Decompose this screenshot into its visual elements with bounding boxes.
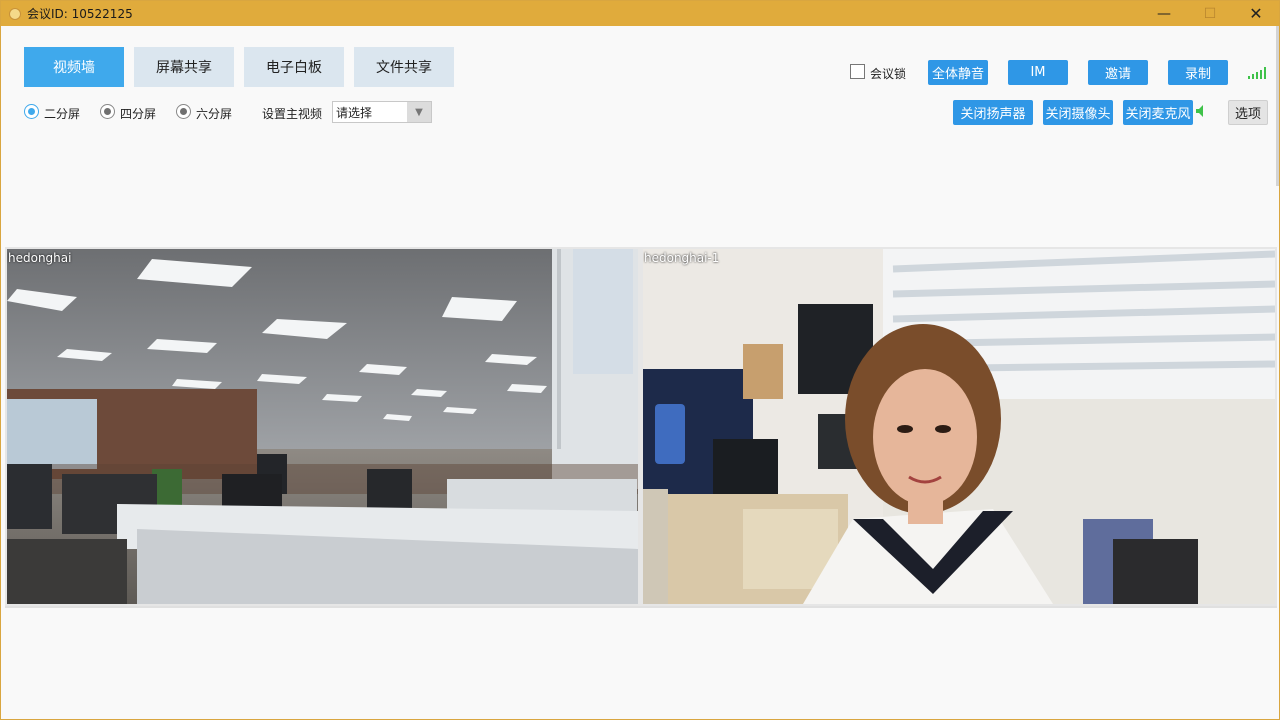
radio-four-split[interactable]	[100, 104, 115, 119]
participant-name: hedonghai-1	[644, 251, 720, 265]
video-tile-hedonghai[interactable]: hedonghai	[7, 249, 638, 604]
close-camera-button[interactable]: 关闭摄像头	[1043, 100, 1113, 125]
tab-screen-share[interactable]: 屏幕共享	[134, 47, 234, 87]
record-button[interactable]: 录制	[1168, 60, 1228, 85]
main-video-select[interactable]: 请选择 ▼	[332, 101, 432, 123]
tab-file-share[interactable]: 文件共享	[354, 47, 454, 87]
app-logo-icon	[9, 7, 21, 20]
video-tile-hedonghai-1[interactable]: hedonghai-1	[643, 249, 1275, 604]
four-split-label: 四分屏	[120, 107, 157, 121]
meeting-lock-label: 会议锁	[870, 67, 907, 81]
close-mic-button[interactable]: 关闭麦克风	[1123, 100, 1193, 125]
office-video-feed	[7, 249, 638, 604]
speaker-volume-icon	[1196, 105, 1203, 117]
invite-button[interactable]: 邀请	[1088, 60, 1148, 85]
window-scrollbar[interactable]	[1276, 26, 1279, 186]
person-video-feed	[643, 249, 1275, 604]
main-video-select-value: 请选择	[336, 105, 373, 120]
chevron-down-icon[interactable]: ▼	[407, 102, 431, 122]
tab-video-wall[interactable]: 视频墙	[24, 47, 124, 87]
im-button[interactable]: IM	[1008, 60, 1068, 85]
close-button[interactable]: ✕	[1233, 1, 1279, 26]
maximize-button[interactable]: ☐	[1187, 1, 1233, 26]
six-split-label: 六分屏	[196, 107, 233, 121]
close-speaker-button[interactable]: 关闭扬声器	[953, 100, 1033, 125]
app-window: 会议ID: 10522125 — ☐ ✕ 视频墙 屏幕共享 电子白板 文件共享 …	[0, 0, 1280, 720]
video-wall-bottom-divider	[5, 606, 1277, 608]
two-split-label: 二分屏	[44, 107, 81, 121]
meeting-lock-checkbox[interactable]	[850, 64, 865, 79]
window-title: 会议ID: 10522125	[27, 7, 133, 21]
tab-whiteboard[interactable]: 电子白板	[244, 47, 344, 87]
signal-strength-icon	[1248, 65, 1268, 79]
radio-two-split[interactable]	[24, 104, 39, 119]
mute-all-button[interactable]: 全体静音	[928, 60, 988, 85]
main-video-label: 设置主视频	[262, 107, 323, 121]
minimize-button[interactable]: —	[1141, 1, 1187, 26]
participant-name: hedonghai	[8, 251, 72, 265]
title-bar: 会议ID: 10522125 — ☐ ✕	[1, 1, 1279, 26]
radio-six-split[interactable]	[176, 104, 191, 119]
options-button[interactable]: 选项	[1228, 100, 1268, 125]
